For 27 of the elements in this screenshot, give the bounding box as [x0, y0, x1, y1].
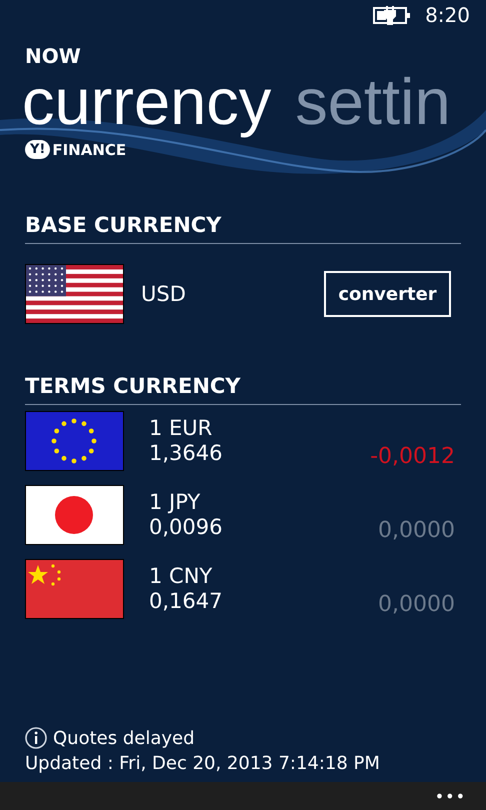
section-heading: BASE CURRENCY: [25, 211, 461, 244]
exchange-rate: 0,0096: [149, 515, 222, 540]
jp-flag-icon: [25, 485, 124, 545]
app-title: NOW: [25, 44, 81, 68]
quotes-delayed-notice: Quotes delayed: [53, 728, 195, 748]
rate-change: 0,0000: [378, 518, 455, 543]
more-button[interactable]: •••: [434, 786, 466, 806]
currency-unit: 1 JPY: [149, 490, 200, 515]
exchange-rate: 1,3646: [149, 441, 222, 466]
clock-time: 8:20: [425, 3, 470, 27]
section-heading: TERMS CURRENCY: [25, 372, 461, 405]
currency-code: USD: [141, 282, 187, 306]
rate-change: 0,0000: [378, 592, 455, 617]
cn-flag-icon: [25, 559, 124, 619]
updated-timestamp: Updated : Fri, Dec 20, 2013 7:14:18 PM: [25, 753, 380, 774]
eu-flag-icon: [25, 411, 124, 471]
pivot-header[interactable]: currency: [22, 66, 272, 138]
pivot-header[interactable]: settin: [295, 66, 451, 138]
exchange-rate: 0,1647: [149, 589, 222, 614]
us-flag-icon: [25, 264, 124, 324]
converter-button[interactable]: converter: [324, 271, 451, 317]
currency-unit: 1 CNY: [149, 564, 212, 589]
yahoo-finance-logo: Y! FINANCE: [25, 140, 126, 159]
battery-charging-icon: [373, 5, 412, 25]
rate-change: -0,0012: [370, 444, 455, 469]
currency-unit: 1 EUR: [149, 416, 212, 441]
info-icon: [25, 727, 47, 749]
